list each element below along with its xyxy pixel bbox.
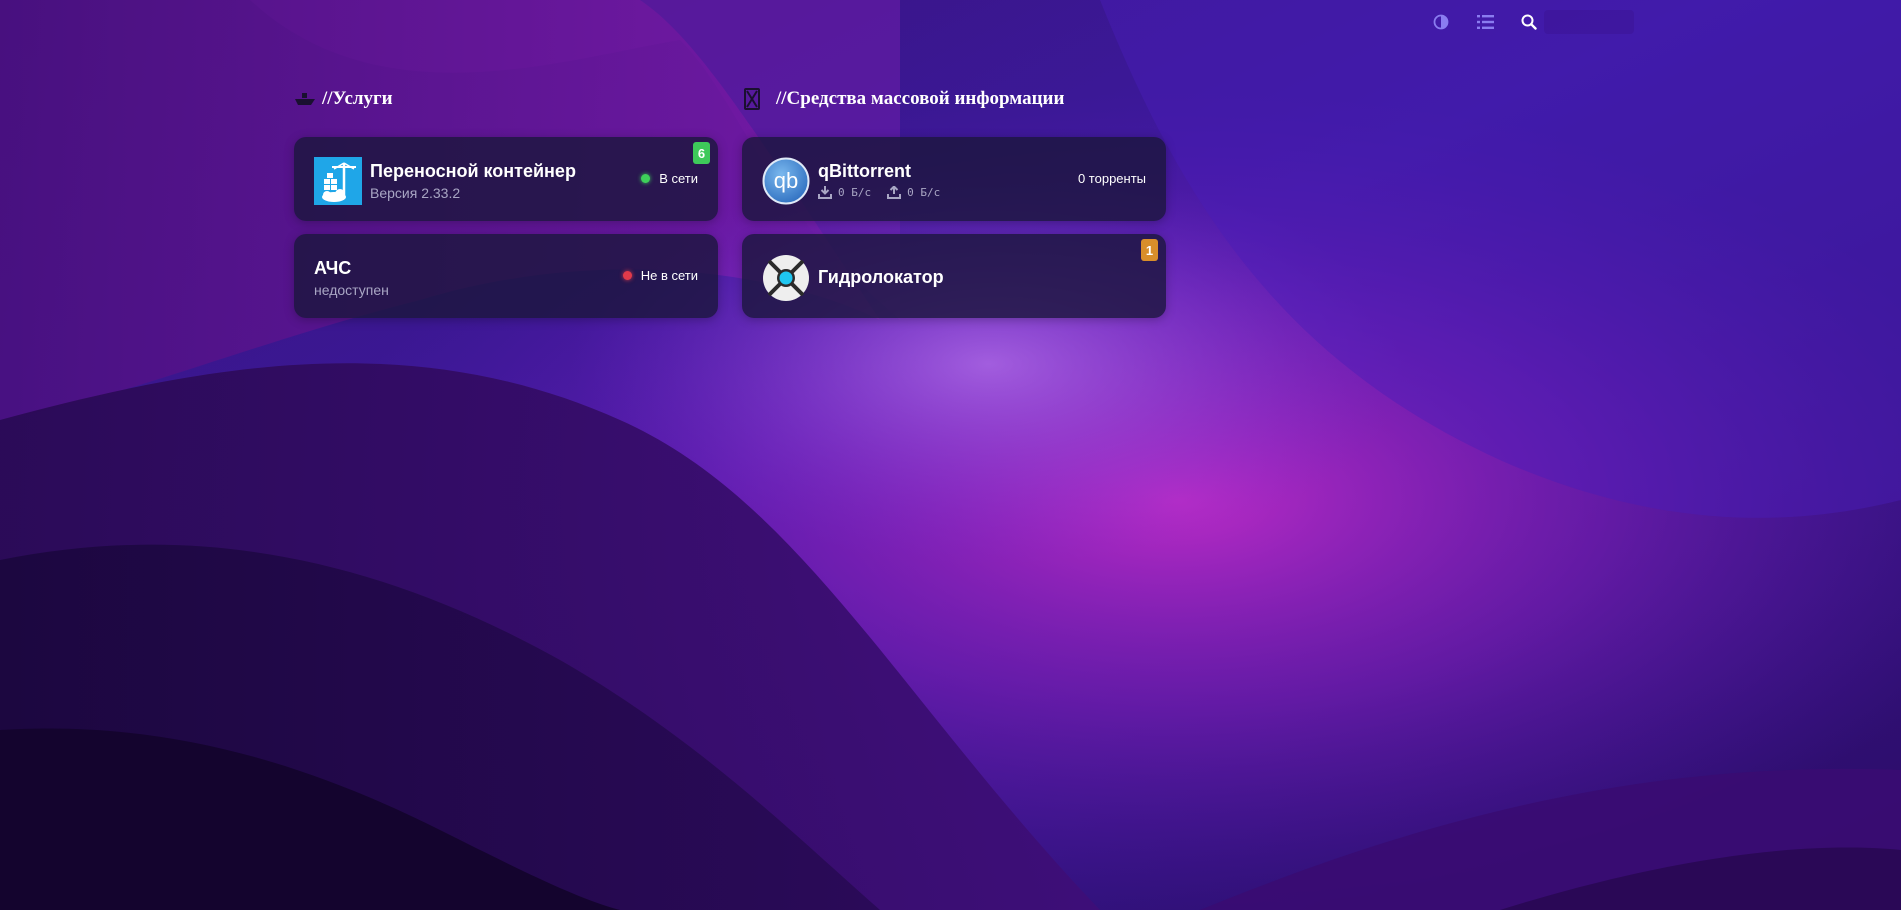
search-icon[interactable]	[1518, 11, 1540, 33]
service-card-qbittorrent[interactable]: qb qBittorrent 0 Б/с 0 Б/с 0 торренты	[742, 137, 1166, 221]
qbittorrent-logo-text: qb	[774, 168, 798, 193]
upload-speed: 0 Б/с	[887, 186, 940, 199]
list-view-icon[interactable]	[1474, 11, 1496, 33]
upload-icon	[887, 186, 902, 199]
service-title: АЧС	[314, 258, 352, 278]
torrent-count-text: 0 торренты	[1077, 171, 1146, 186]
transfer-speeds: 0 Б/с 0 Б/с	[818, 186, 956, 199]
theme-toggle-icon[interactable]	[1430, 11, 1452, 33]
qbittorrent-logo: qb	[762, 157, 810, 205]
service-title: Переносной контейнер	[370, 161, 576, 181]
status-text: Не в сети	[640, 268, 698, 283]
service-subtitle: недоступен	[314, 282, 389, 298]
search-input[interactable]	[1544, 10, 1634, 34]
torrent-count: 0 торренты	[1078, 171, 1146, 186]
notification-badge: 6	[693, 142, 710, 164]
upload-speed-value: 0 Б/с	[907, 186, 941, 199]
download-speed: 0 Б/с	[818, 186, 871, 199]
status-indicator: Не в сети	[622, 268, 698, 283]
ship-icon	[294, 91, 316, 107]
portainer-logo	[314, 157, 362, 205]
download-icon	[818, 186, 832, 199]
status-indicator: В сети	[641, 171, 698, 186]
service-version: Версия 2.33.2	[370, 185, 461, 201]
search-box	[1518, 10, 1634, 34]
status-dot-online	[641, 174, 651, 183]
service-card-portainer[interactable]: Переносной контейнер Версия 2.33.2 В сет…	[294, 137, 718, 221]
media-icon	[744, 88, 760, 110]
group-title-services: //Услуги	[294, 88, 393, 110]
service-card-achs[interactable]: АЧС недоступен Не в сети	[294, 234, 718, 318]
status-dot-offline	[622, 271, 632, 280]
notification-badge: 1	[1141, 239, 1158, 261]
status-text: В сети	[659, 171, 698, 186]
download-speed-value: 0 Б/с	[838, 186, 872, 199]
top-toolbar	[1430, 9, 1634, 35]
service-card-sonarr[interactable]: Гидролокатор 1	[742, 234, 1166, 318]
group-title-media-text: //Средства массовой информации	[776, 88, 1065, 109]
group-title-services-text: //Услуги	[322, 88, 393, 109]
service-title: Гидролокатор	[818, 267, 944, 287]
service-title: qBittorrent	[818, 161, 911, 181]
sonarr-logo	[762, 254, 810, 302]
group-title-media: //Средства массовой информации	[744, 88, 1064, 110]
